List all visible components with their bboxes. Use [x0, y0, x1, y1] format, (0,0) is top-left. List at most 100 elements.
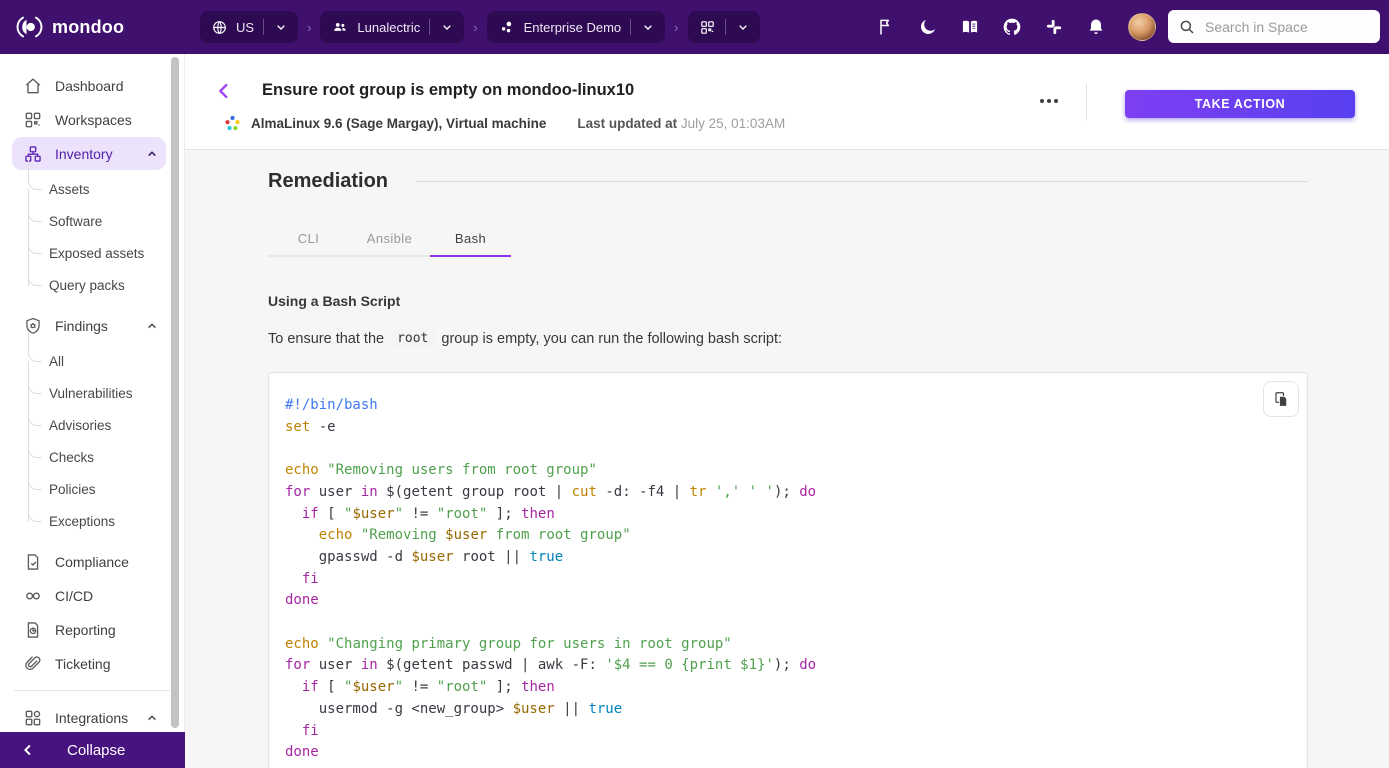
search-icon — [1178, 18, 1196, 36]
sidebar-item-integrations[interactable]: Integrations — [12, 701, 166, 734]
chevron-down-icon[interactable] — [640, 19, 656, 35]
bash-script-subtitle: Using a Bash Script — [268, 293, 1389, 309]
page-header: Ensure root group is empty on mondoo-lin… — [185, 54, 1389, 150]
breadcrumb-separator: › — [471, 20, 479, 35]
code-line: if [ "$user" != "root" ]; then — [285, 504, 1289, 526]
chevron-down-icon[interactable] — [735, 19, 751, 35]
code-line: echo "Removing $user from root group" — [285, 525, 1289, 547]
breadcrumb: US › Lunalectric › Enterprise Demo › — [200, 11, 760, 43]
space-selector[interactable]: Enterprise Demo — [487, 11, 666, 43]
sidebar-item-label: Reporting — [55, 622, 116, 638]
code-line: echo "Changing primary group for users i… — [285, 634, 1289, 656]
github-icon[interactable] — [1002, 17, 1022, 37]
region-selector[interactable]: US — [200, 11, 298, 43]
org-selector[interactable]: Lunalectric — [320, 11, 464, 43]
findings-subnav: All Vulnerabilities Advisories Checks Po… — [0, 345, 184, 537]
more-options-kebab-icon[interactable] — [1036, 95, 1062, 107]
sidebar-item-compliance[interactable]: Compliance — [12, 545, 166, 578]
search-input[interactable] — [1205, 19, 1365, 35]
brand-text: mondoo — [52, 17, 124, 38]
intro-text: To ensure that the root group is empty, … — [268, 329, 1389, 348]
sidebar-item-cicd[interactable]: CI/CD — [12, 579, 166, 612]
code-line: set -e — [285, 417, 1289, 439]
code-line: for user in $(getent passwd | awk -F: '$… — [285, 655, 1289, 677]
sidebar-item-label: Assets — [49, 182, 90, 197]
copy-button[interactable] — [1263, 381, 1299, 417]
mondoo-logo[interactable]: mondoo — [14, 0, 124, 54]
code-line: gpasswd -d $user root || true — [285, 547, 1289, 569]
sidebar-item-label: Inventory — [55, 146, 113, 162]
mondoo-logo-icon — [14, 12, 44, 42]
sidebar-item-label: Compliance — [55, 554, 129, 570]
code-line: if [ "$user" != "root" ]; then — [285, 677, 1289, 699]
org-label: Lunalectric — [357, 20, 420, 35]
sidebar-item-reporting[interactable]: Reporting — [12, 613, 166, 646]
sidebar-item-dashboard[interactable]: Dashboard — [12, 69, 166, 102]
inventory-subnav: Assets Software Exposed assets Query pac… — [0, 173, 184, 301]
breadcrumb-separator: › — [672, 20, 680, 35]
ticketing-paperclip-icon — [23, 654, 43, 674]
code-block: #!/bin/bashset -e echo "Removing users f… — [268, 372, 1308, 768]
sidebar-item-label: Software — [49, 214, 102, 229]
workspaces-grid-icon — [23, 110, 43, 130]
user-avatar[interactable] — [1128, 13, 1156, 41]
chevron-up-icon[interactable] — [144, 318, 160, 334]
dashboard-home-icon — [23, 76, 43, 96]
integrations-blocks-icon — [23, 708, 43, 728]
sidebar-item-query-packs[interactable]: Query packs — [0, 269, 184, 301]
tab-cli[interactable]: CLI — [268, 221, 349, 255]
sidebar-item-label: Ticketing — [55, 656, 111, 672]
organization-icon — [331, 18, 349, 36]
sidebar-scrollbar[interactable] — [171, 57, 179, 728]
sidebar-item-label: Workspaces — [55, 112, 132, 128]
chevron-down-icon[interactable] — [273, 19, 289, 35]
space-label: Enterprise Demo — [524, 20, 622, 35]
sidebar-item-label: All — [49, 354, 64, 369]
copy-icon — [1272, 390, 1291, 409]
topbar: mondoo US › Lunalectric › Enterprise — [0, 0, 1389, 54]
collapse-label: Collapse — [67, 742, 125, 759]
sidebar-item-workspaces[interactable]: Workspaces — [12, 103, 166, 136]
chevron-up-icon[interactable] — [144, 146, 160, 162]
sidebar-item-exceptions[interactable]: Exceptions — [0, 505, 184, 537]
sidebar: Dashboard Workspaces Inventory Assets So… — [0, 54, 185, 768]
flag-icon[interactable] — [876, 17, 896, 37]
sidebar-item-label: Checks — [49, 450, 94, 465]
last-updated: Last updated at July 25, 01:03AM — [577, 116, 785, 131]
sidebar-item-ticketing[interactable]: Ticketing — [12, 647, 166, 680]
last-updated-value: July 25, 01:03AM — [681, 116, 785, 131]
intro-before: To ensure that the — [268, 331, 384, 347]
search-box[interactable] — [1168, 10, 1380, 43]
almalinux-icon — [223, 114, 242, 133]
chevron-down-icon[interactable] — [439, 19, 455, 35]
code-line: done — [285, 590, 1289, 612]
sidebar-collapse-button[interactable]: Collapse — [0, 732, 185, 768]
remediation-section: Remediation CLI Ansible Bash Using a Bas… — [185, 150, 1389, 768]
cicd-infinity-icon — [23, 586, 43, 606]
dark-mode-moon-icon[interactable] — [918, 17, 938, 37]
workspace-selector[interactable] — [688, 11, 760, 43]
reporting-doc-pie-icon — [23, 620, 43, 640]
tab-bash[interactable]: Bash — [430, 221, 511, 255]
main-content: Ensure root group is empty on mondoo-lin… — [185, 54, 1389, 768]
asset-name: AlmaLinux 9.6 (Sage Margay), Virtual mac… — [251, 116, 546, 131]
tab-ansible[interactable]: Ansible — [349, 221, 430, 255]
header-divider — [1086, 84, 1087, 121]
sidebar-item-label: Exposed assets — [49, 246, 144, 261]
workspace-grid-icon — [699, 19, 716, 36]
sidebar-item-label: CI/CD — [55, 588, 93, 604]
remediation-tabs: CLI Ansible Bash — [268, 221, 511, 257]
remediation-header: Remediation — [268, 170, 1308, 193]
back-button[interactable] — [213, 80, 235, 102]
sidebar-scrollbar-thumb[interactable] — [171, 57, 179, 728]
code-content: #!/bin/bashset -e echo "Removing users f… — [285, 395, 1289, 764]
notifications-bell-icon[interactable] — [1086, 17, 1106, 37]
intro-after: group is empty, you can run the followin… — [441, 331, 782, 347]
pill-divider — [429, 19, 430, 35]
docs-book-icon[interactable] — [960, 17, 980, 37]
chevron-up-icon[interactable] — [144, 710, 160, 726]
compliance-doc-check-icon — [23, 552, 43, 572]
take-action-button[interactable]: TAKE ACTION — [1125, 90, 1355, 118]
remediation-title: Remediation — [268, 170, 388, 193]
slack-icon[interactable] — [1044, 17, 1064, 37]
